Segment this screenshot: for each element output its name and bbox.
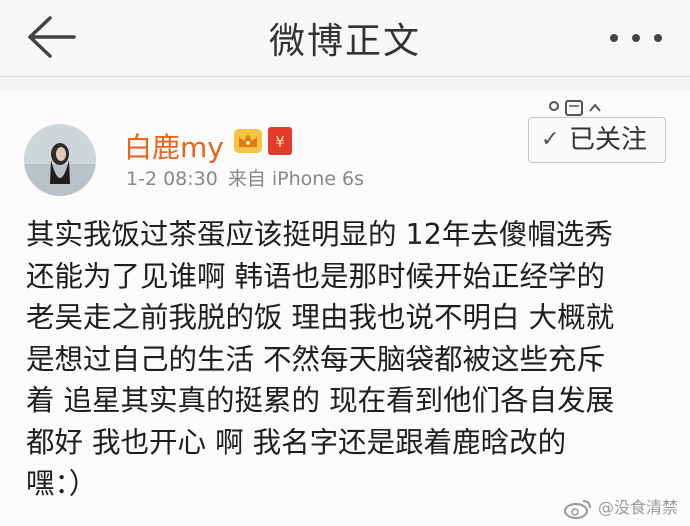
post-text-line: 是想过自己的生活 不然每天脑袋都被这些充斥 [26,342,606,376]
red-packet-icon[interactable]: ¥ [268,127,292,155]
small-status-icon [549,100,601,116]
watermark-text: @没食清禁 [597,498,678,517]
more-button[interactable] [596,18,676,58]
post-text-line: 着 追星其实真的挺累的 现在看到他们各自发展 [26,384,615,417]
post-text-line: 都好 我也开心 啊 我名字还是跟着鹿晗改的 [26,425,567,459]
post-meta: 1-2 08:30 来自 iPhone 6s [126,164,364,191]
more-dots-icon [610,34,618,42]
post-source: 来自 iPhone 6s [227,168,365,190]
top-navigation-bar: 微博正文 [0,0,690,77]
post-time: 1-2 08:30 [126,168,218,190]
weibo-logo-icon [563,499,591,519]
follow-button[interactable]: ✓ 已关注 [528,117,666,163]
user-avatar[interactable] [24,124,96,196]
post-text-line: 其实我饭过茶蛋应该挺明显的 12年去傻帽选秀 [26,218,613,251]
crown-icon[interactable] [233,128,263,154]
username[interactable]: 白鹿my [124,126,224,166]
post-text-line: 还能为了见谁啊 韩语也是那时候开始正经学的 [26,259,606,293]
check-icon: ✓ [541,127,560,152]
page-title: 微博正文 [268,21,421,62]
watermark: @没食清禁 [563,494,678,520]
follow-label: 已关注 [569,125,648,155]
post-text-line: 老吴走之前我脱的饭 理由我也说不明白 大概就 [26,301,615,334]
avatar-image [24,124,96,196]
post-body: 其实我饭过茶蛋应该挺明显的 12年去傻帽选秀 还能为了见谁啊 韩语也是那时候开始… [26,214,686,505]
